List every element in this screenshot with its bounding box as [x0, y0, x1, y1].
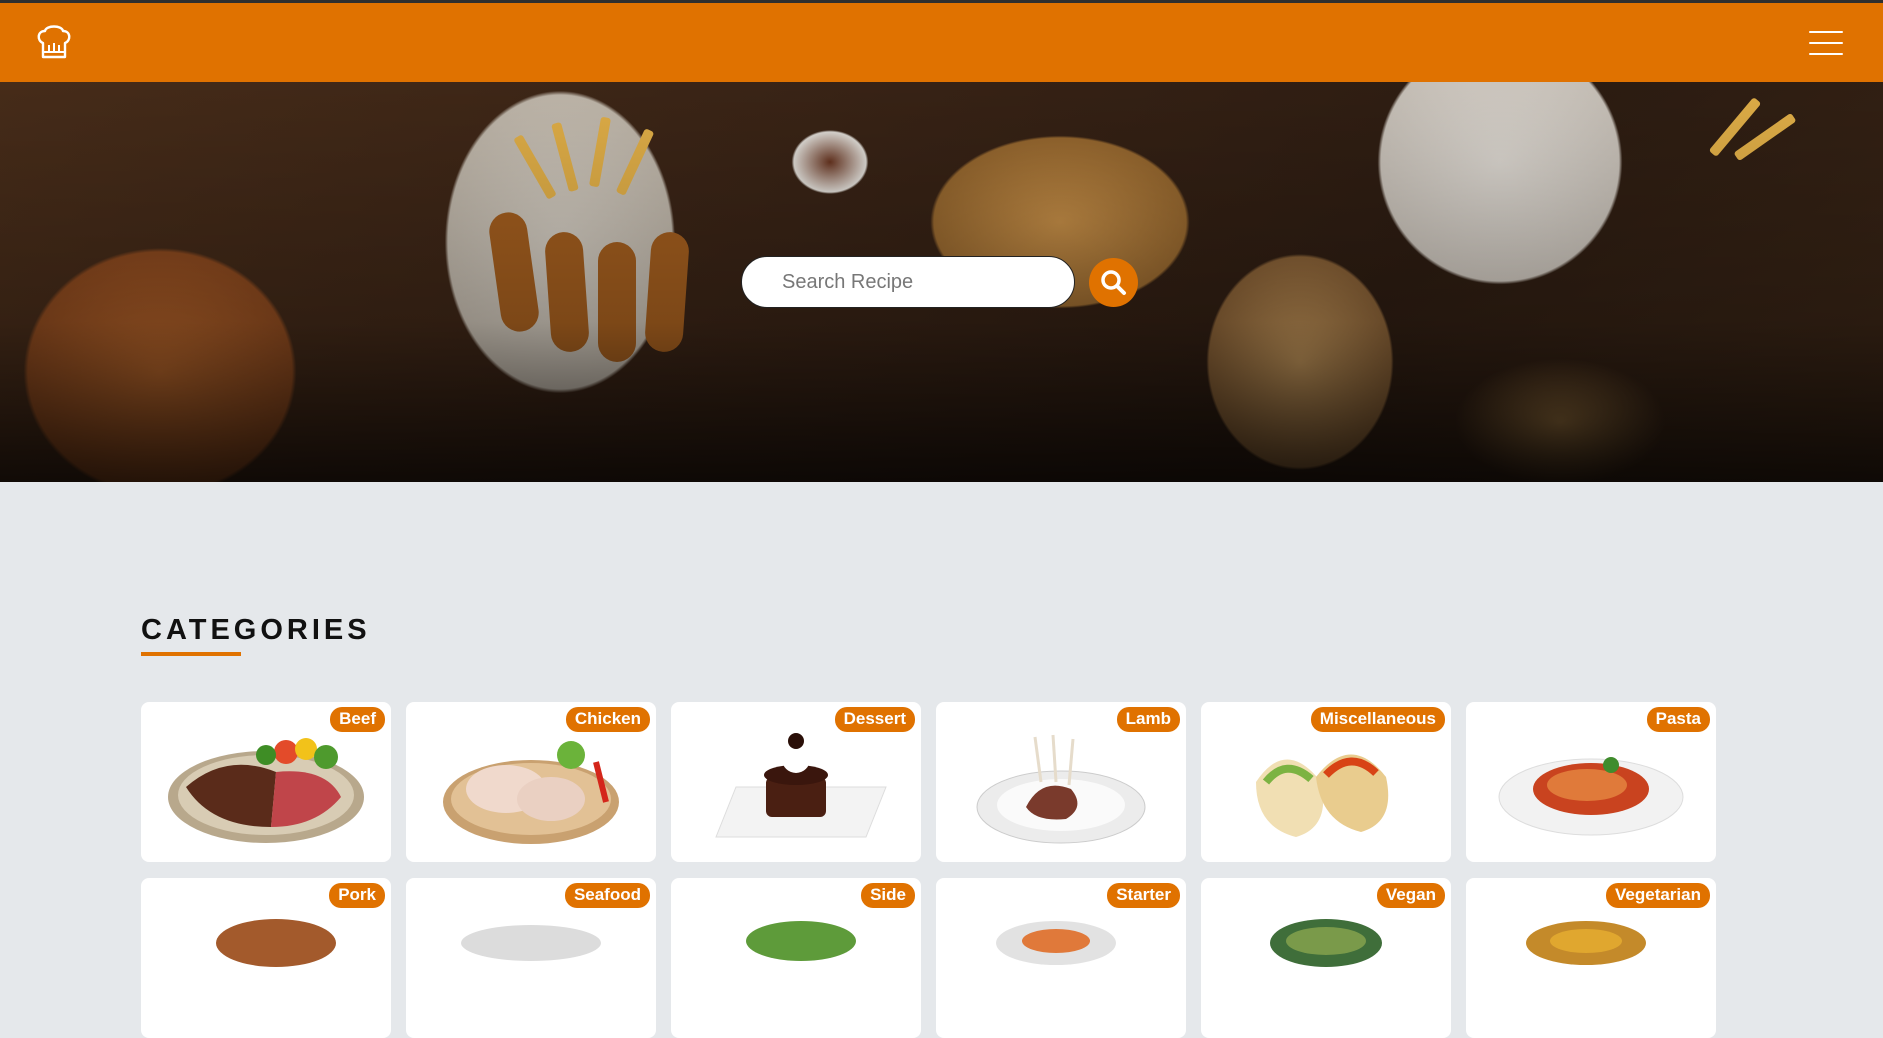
category-label: Side — [861, 883, 915, 908]
penne-pasta-image — [1498, 757, 1684, 836]
steak-image — [168, 738, 364, 843]
search-input[interactable] — [741, 256, 1075, 308]
category-label: Vegan — [1376, 883, 1445, 908]
category-grid: Beef Chicken Dessert Lamb Miscellaneous … — [141, 702, 1717, 1038]
category-card-pasta[interactable]: Pasta — [1466, 702, 1716, 862]
hero-banner-image — [0, 82, 1883, 482]
category-label: Dessert — [834, 707, 915, 732]
seafood-image — [461, 925, 601, 961]
chocolate-cake-image — [715, 733, 887, 838]
navbar — [0, 3, 1883, 82]
section-title: CATEGORIES — [141, 614, 371, 646]
category-label: Starter — [1107, 883, 1180, 908]
category-card-side[interactable]: Side — [671, 878, 921, 1038]
vegetarian-image — [1526, 921, 1646, 965]
chef-hat-icon[interactable] — [36, 23, 72, 61]
category-label: Seafood — [564, 883, 650, 908]
category-label: Pork — [329, 883, 385, 908]
category-label: Pasta — [1646, 707, 1710, 732]
side-dish-image — [746, 921, 856, 961]
menu-hamburger-icon[interactable] — [1809, 31, 1843, 57]
pork-image — [216, 919, 336, 967]
category-card-pork[interactable]: Pork — [141, 878, 391, 1038]
category-label: Miscellaneous — [1310, 707, 1445, 732]
category-label: Chicken — [565, 707, 650, 732]
chicken-legs-image — [443, 741, 619, 844]
category-label: Vegetarian — [1606, 883, 1710, 908]
category-card-chicken[interactable]: Chicken — [406, 702, 656, 862]
search-icon — [1101, 270, 1126, 295]
search-button[interactable] — [1089, 258, 1138, 307]
category-card-lamb[interactable]: Lamb — [936, 702, 1186, 862]
category-card-starter[interactable]: Starter — [936, 878, 1186, 1038]
section-title-underline — [141, 652, 241, 656]
category-label: Lamb — [1116, 707, 1180, 732]
category-card-dessert[interactable]: Dessert — [671, 702, 921, 862]
category-card-beef[interactable]: Beef — [141, 702, 391, 862]
category-card-vegan[interactable]: Vegan — [1201, 878, 1451, 1038]
category-card-seafood[interactable]: Seafood — [406, 878, 656, 1038]
starter-image — [996, 921, 1116, 965]
category-card-miscellaneous[interactable]: Miscellaneous — [1201, 702, 1451, 862]
tacos-image — [1256, 754, 1389, 837]
category-label: Beef — [330, 707, 385, 732]
category-card-vegetarian[interactable]: Vegetarian — [1466, 878, 1716, 1038]
vegan-bowl-image — [1270, 919, 1382, 967]
lamb-chops-image — [976, 734, 1146, 844]
